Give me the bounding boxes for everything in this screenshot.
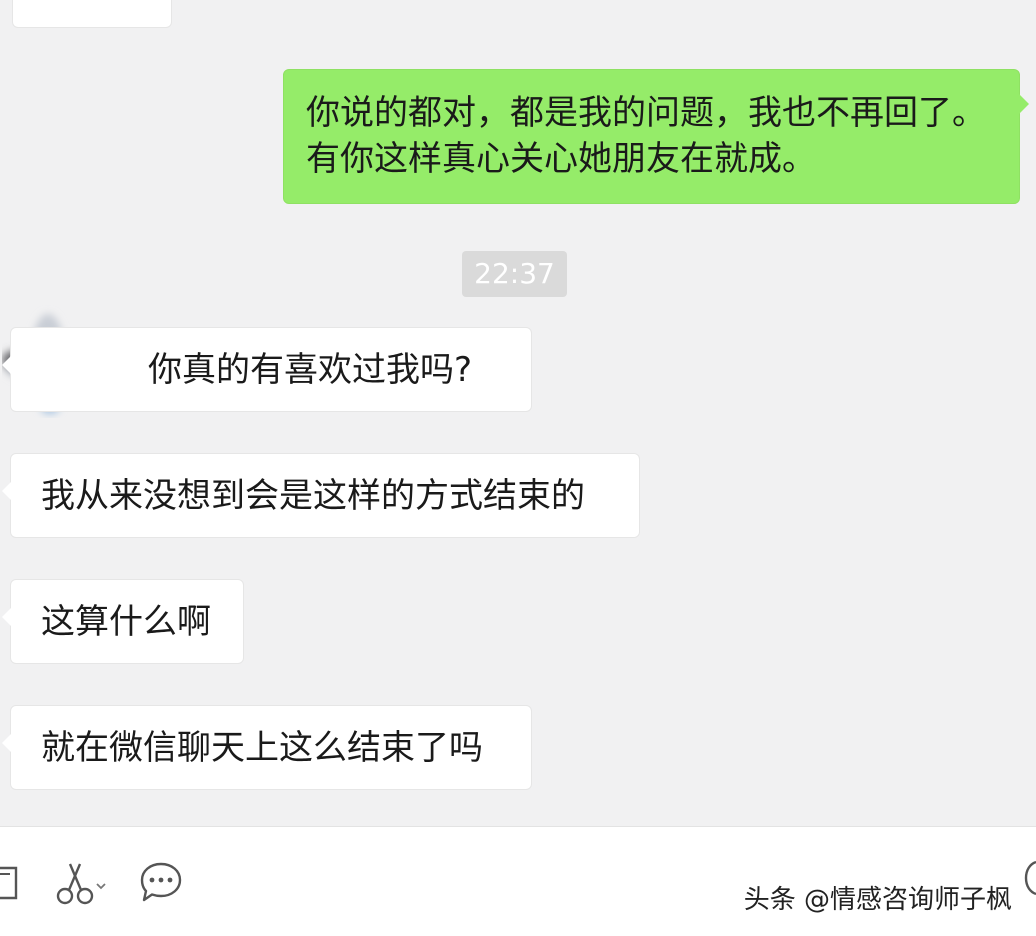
incoming-message[interactable]: 你真的有喜欢过我吗? <box>2 327 532 412</box>
incoming-message[interactable]: 这算什么啊 <box>2 579 244 664</box>
chat-bubble-icon[interactable] <box>138 860 184 906</box>
incoming-message[interactable]: 我从来没想到会是这样的方式结束的 <box>2 453 640 538</box>
message-text: 我从来没想到会是这样的方式结束的 <box>41 476 585 516</box>
phone-icon[interactable] <box>1022 860 1036 906</box>
incoming-message[interactable]: 就在微信聊天上这么结束了吗 <box>2 705 532 790</box>
previous-message-bubble <box>12 0 172 28</box>
message-text: 你说的都对，都是我的问题，我也不再回了。有你这样真心关心她朋友在就成。 <box>306 93 986 179</box>
watermark: 头条 @情感咨询师子枫 <box>743 885 1012 915</box>
chat-area[interactable]: 你说的都对，都是我的问题，我也不再回了。有你这样真心关心她朋友在就成。 22:3… <box>0 0 1036 826</box>
scissors-icon[interactable] <box>56 860 108 908</box>
outgoing-message[interactable]: 你说的都对，都是我的问题，我也不再回了。有你这样真心关心她朋友在就成。 <box>283 69 1029 204</box>
file-icon[interactable] <box>0 860 22 906</box>
message-text: 这算什么啊 <box>41 602 211 642</box>
timestamp: 22:37 <box>462 251 567 297</box>
message-text: 就在微信聊天上这么结束了吗 <box>41 728 483 768</box>
message-text: 你真的有喜欢过我吗? <box>148 350 473 390</box>
